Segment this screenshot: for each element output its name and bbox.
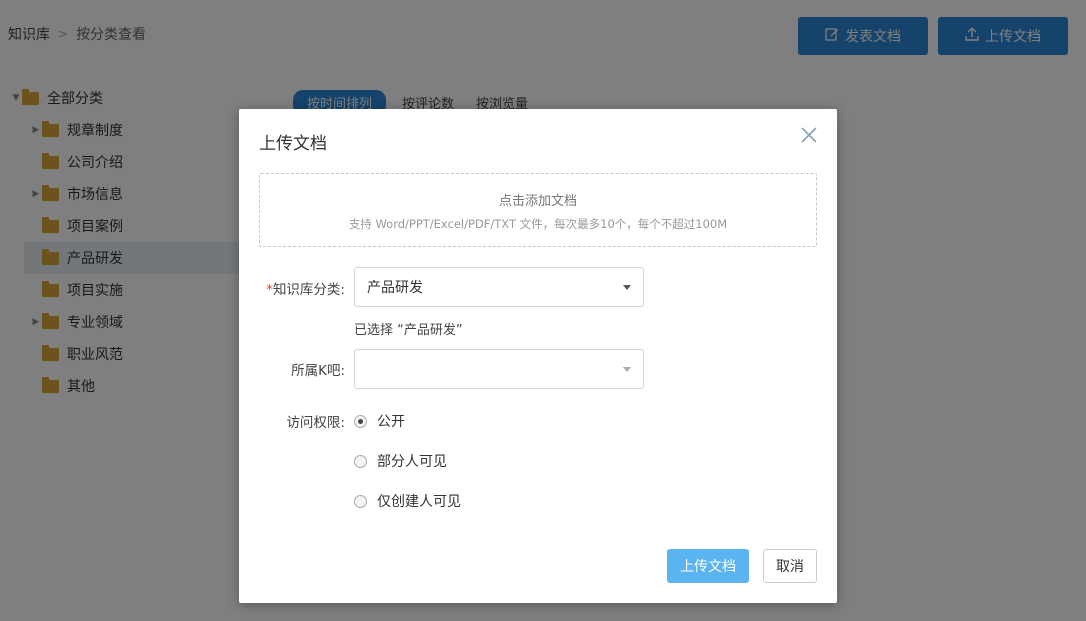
close-icon[interactable] <box>799 125 819 145</box>
access-option-public[interactable]: 公开 <box>354 411 405 431</box>
file-dropzone[interactable]: 点击添加文档 支持 Word/PPT/Excel/PDF/TXT 文件，每次最多… <box>259 173 817 247</box>
radio-unchecked-icon[interactable] <box>354 494 367 508</box>
selected-category-hint: 已选择 “产品研发” <box>354 323 463 338</box>
chevron-down-icon <box>623 367 631 372</box>
access-option-partial[interactable]: 部分人可见 <box>354 451 447 471</box>
dialog-title: 上传文档 <box>259 134 327 154</box>
access-option-label: 仅创建人可见 <box>377 494 461 510</box>
access-option-label: 部分人可见 <box>377 454 447 470</box>
submit-upload-button[interactable]: 上传文档 <box>667 549 749 583</box>
category-select[interactable]: 产品研发 <box>354 267 644 307</box>
radio-unchecked-icon[interactable] <box>354 454 367 468</box>
access-option-label: 公开 <box>377 414 405 430</box>
kba-label: 所属K吧: <box>291 363 345 379</box>
required-mark: * <box>266 282 273 298</box>
chevron-down-icon <box>623 285 631 290</box>
kba-select[interactable] <box>354 349 644 389</box>
upload-dialog: 上传文档 点击添加文档 支持 Word/PPT/Excel/PDF/TXT 文件… <box>239 109 837 603</box>
radio-checked-icon[interactable] <box>354 414 367 428</box>
dropzone-hint: 支持 Word/PPT/Excel/PDF/TXT 文件，每次最多10个，每个不… <box>348 217 728 231</box>
access-label: 访问权限: <box>286 415 345 431</box>
category-label: *知识库分类: <box>266 282 345 298</box>
dropzone-label: 点击添加文档 <box>498 194 577 209</box>
cancel-button[interactable]: 取消 <box>763 549 817 583</box>
access-option-creator-only[interactable]: 仅创建人可见 <box>354 491 461 511</box>
category-select-value: 产品研发 <box>367 280 423 296</box>
